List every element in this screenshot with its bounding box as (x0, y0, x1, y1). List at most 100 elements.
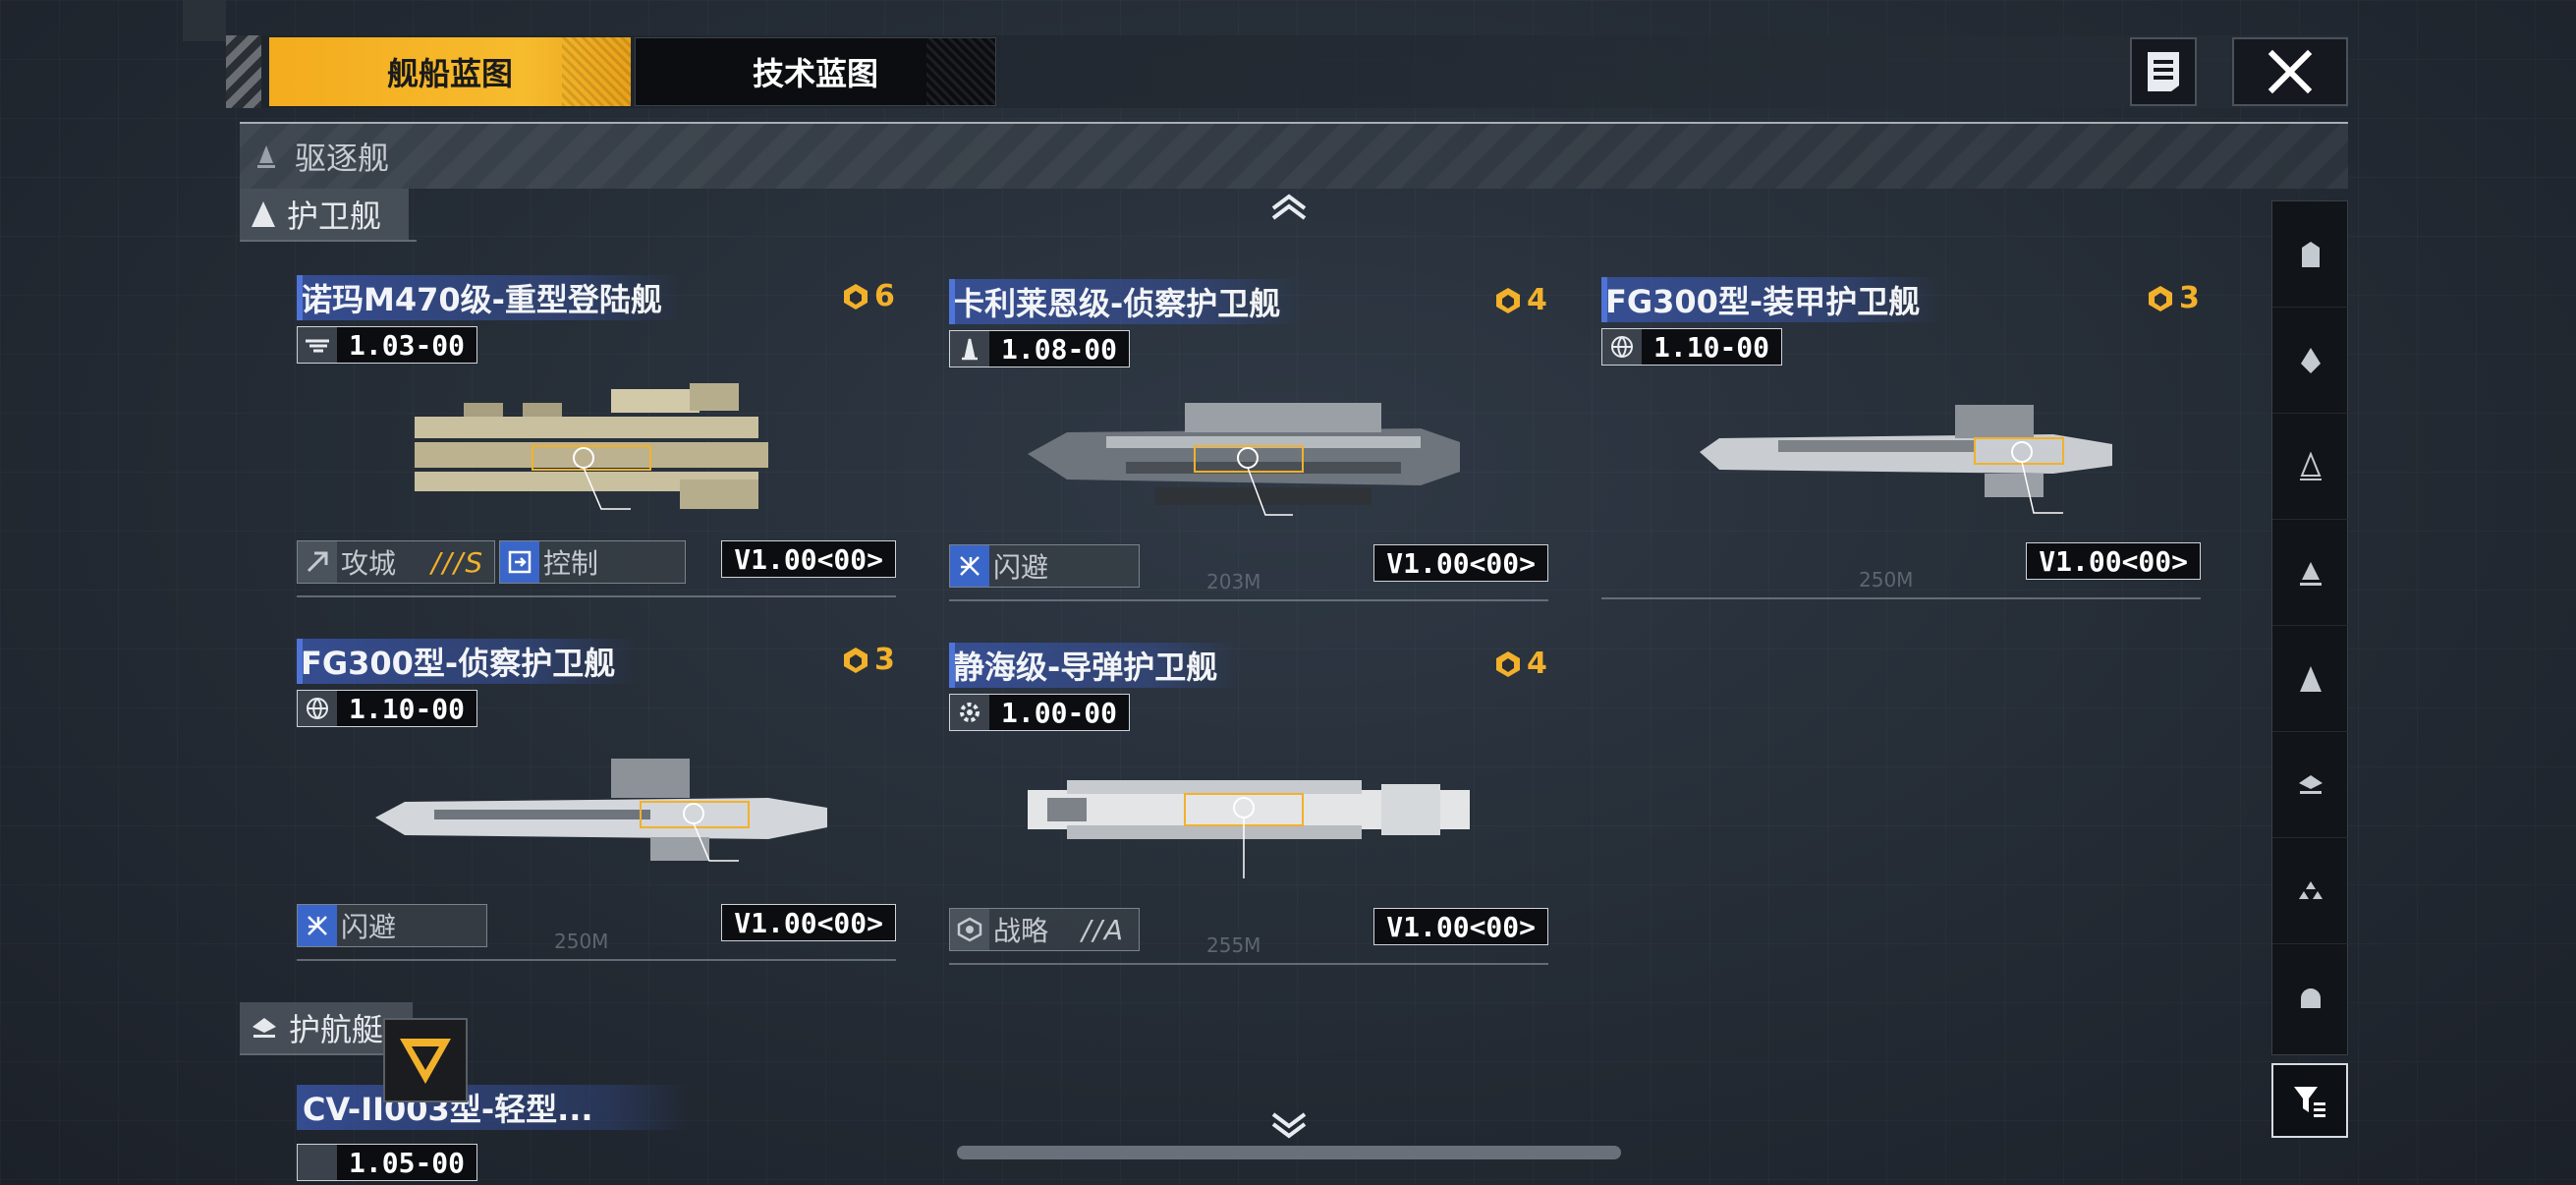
ship-name: 诺玛M470级-重型登陆舰 (301, 281, 662, 318)
ship-title-bar: FG300型-装甲护卫舰 (1601, 277, 1942, 322)
tag-label: 闪避 (341, 911, 397, 943)
notes-button[interactable] (2130, 37, 2197, 106)
ship-class-filter-rail (2271, 200, 2349, 1055)
class-3-icon (2300, 451, 2322, 480)
tag-label: 闪避 (993, 551, 1049, 584)
version-tag: V1.00<00> (1373, 908, 1548, 945)
ship-title-bar: 静海级-导弹护卫舰 (949, 643, 1240, 688)
rail-item-class-7[interactable] (2272, 838, 2349, 944)
tab-ship-blueprint[interactable]: 舰船蓝图 (269, 37, 631, 106)
section-destroyer[interactable]: 驱逐舰 (240, 124, 2348, 189)
siege-icon (298, 541, 337, 583)
ship-name: FG300型-侦察护卫舰 (301, 645, 616, 682)
escort-class-icon (252, 1018, 276, 1038)
version-tag: V1.00<00> (721, 904, 896, 941)
rail-item-class-5[interactable] (2272, 626, 2349, 732)
ship-image-fg300-recon (375, 759, 827, 862)
evasion-icon (950, 545, 989, 587)
collapse-toggle-button[interactable] (383, 1018, 468, 1102)
ship-card-cv-ii003[interactable]: CV-II003型-轻型... (297, 1085, 690, 1130)
command-cost-icon (844, 647, 868, 673)
card-baseline (949, 599, 1548, 601)
triangle-down-icon (400, 1039, 451, 1084)
card-baseline (297, 595, 896, 597)
ship-version-minor: 00 (431, 328, 466, 362)
hazard-stripe (226, 35, 261, 108)
ship-version-major: 1.10 (1653, 330, 1720, 364)
ship-card-jinghai[interactable]: 静海级-导弹护卫舰 4 1.00-00 战略 //A 255M V1.00<00… (949, 643, 1548, 967)
rail-item-class-3[interactable] (2272, 414, 2349, 520)
ship-version-box: 1.00-00 (949, 694, 1131, 731)
tag-grade: //A (1082, 913, 1126, 946)
scroll-up-chevron-icon[interactable] (1267, 193, 1311, 222)
tab-tech-blueprint-label: 技术蓝图 (752, 55, 878, 92)
class-2-icon (2301, 347, 2321, 373)
ship-title-bar: 卡利莱恩级-侦察护卫舰 (949, 279, 1303, 324)
strategy-icon (950, 909, 989, 950)
section-frigate[interactable]: 护卫舰 (240, 189, 409, 240)
ship-version-minor: 00 (1084, 696, 1118, 729)
destroyer-class-icon (257, 145, 275, 168)
version-tag: V1.00<00> (721, 540, 896, 578)
manufacturer-gear-icon (950, 695, 989, 730)
corner-marker (183, 0, 226, 41)
ship-version-minor: 00 (431, 1146, 466, 1179)
class-4-icon (2300, 561, 2322, 586)
ship-title-bar: 诺玛M470级-重型登陆舰 (297, 275, 684, 320)
ship-cost-value: 4 (1527, 283, 1547, 317)
scroll-down-chevron-icon[interactable] (1267, 1110, 1311, 1140)
card-baseline (1601, 597, 2201, 599)
ship-version-box: 1.08-00 (949, 330, 1131, 367)
ship-cost-value: 4 (1527, 647, 1547, 681)
ship-card-kalilaien[interactable]: 卡利莱恩级-侦察护卫舰 4 1.08-00 闪避 203M V1.00<00> (949, 279, 1548, 603)
rail-item-class-8[interactable] (2272, 944, 2349, 1050)
ship-version-box: 1.05-00 (297, 1144, 478, 1181)
ship-version-minor: 00 (1736, 330, 1770, 364)
manufacturer-icon (950, 331, 989, 367)
ship-version-major: 1.08 (1001, 332, 1068, 366)
section-frigate-label: 护卫舰 (287, 198, 382, 235)
command-cost-icon (1496, 650, 1520, 677)
ship-card-noma-m470[interactable]: 诺玛M470级-重型登陆舰 6 1.03-00 攻城 ///S 控制 V1.00… (297, 275, 896, 599)
horizontal-scrollbar[interactable] (957, 1146, 1621, 1159)
tag-label: 战略 (993, 915, 1049, 947)
ship-cost-value: 3 (874, 643, 895, 677)
ship-cost: 4 (1493, 283, 1547, 317)
command-cost-icon (2149, 285, 2172, 311)
ship-version-major: 1.05 (349, 1146, 416, 1179)
ship-image-noma (415, 383, 768, 510)
manufacturer-icon (298, 327, 337, 363)
tab-tech-blueprint[interactable]: 技术蓝图 (635, 37, 996, 106)
ship-length-label: 250M (554, 930, 609, 953)
rail-item-class-6[interactable] (2272, 732, 2349, 838)
card-baseline (949, 963, 1548, 965)
class-5-icon (2300, 665, 2322, 692)
tag-label: 攻城 (341, 547, 397, 580)
filter-button[interactable] (2271, 1063, 2348, 1138)
rail-item-class-4[interactable] (2272, 520, 2349, 626)
frigate-divider (240, 240, 417, 242)
ship-name: FG300型-装甲护卫舰 (1605, 283, 1921, 320)
ship-version: 1.00-00 (1001, 696, 1118, 729)
ship-cost: 6 (841, 279, 895, 313)
evasion-icon (298, 905, 337, 946)
globe-icon (298, 1145, 337, 1180)
globe-icon (298, 691, 337, 726)
control-icon (500, 541, 539, 583)
frigate-class-icon (252, 201, 275, 227)
rail-item-class-1[interactable] (2272, 201, 2349, 308)
role-tag-evasion: 闪避 (297, 904, 487, 947)
ship-cost-value: 6 (874, 279, 895, 313)
rail-item-class-2[interactable] (2272, 308, 2349, 414)
ship-card-fg300-recon[interactable]: FG300型-侦察护卫舰 3 1.10-00 闪避 250M V1.00<00> (297, 639, 896, 963)
ship-card-fg300-armored[interactable]: FG300型-装甲护卫舰 3 1.10-00 250M V1.00<00> (1601, 277, 2201, 601)
ship-version-box: 1.10-00 (1601, 328, 1783, 366)
command-cost-icon (844, 283, 868, 310)
ship-cost: 3 (841, 643, 895, 677)
ship-cost-value: 3 (2179, 281, 2200, 315)
class-6-icon (2299, 774, 2323, 794)
class-8-icon (2301, 988, 2321, 1008)
close-button[interactable] (2232, 37, 2348, 106)
ship-cost: 3 (2146, 281, 2200, 315)
filter-icon (2294, 1087, 2325, 1117)
